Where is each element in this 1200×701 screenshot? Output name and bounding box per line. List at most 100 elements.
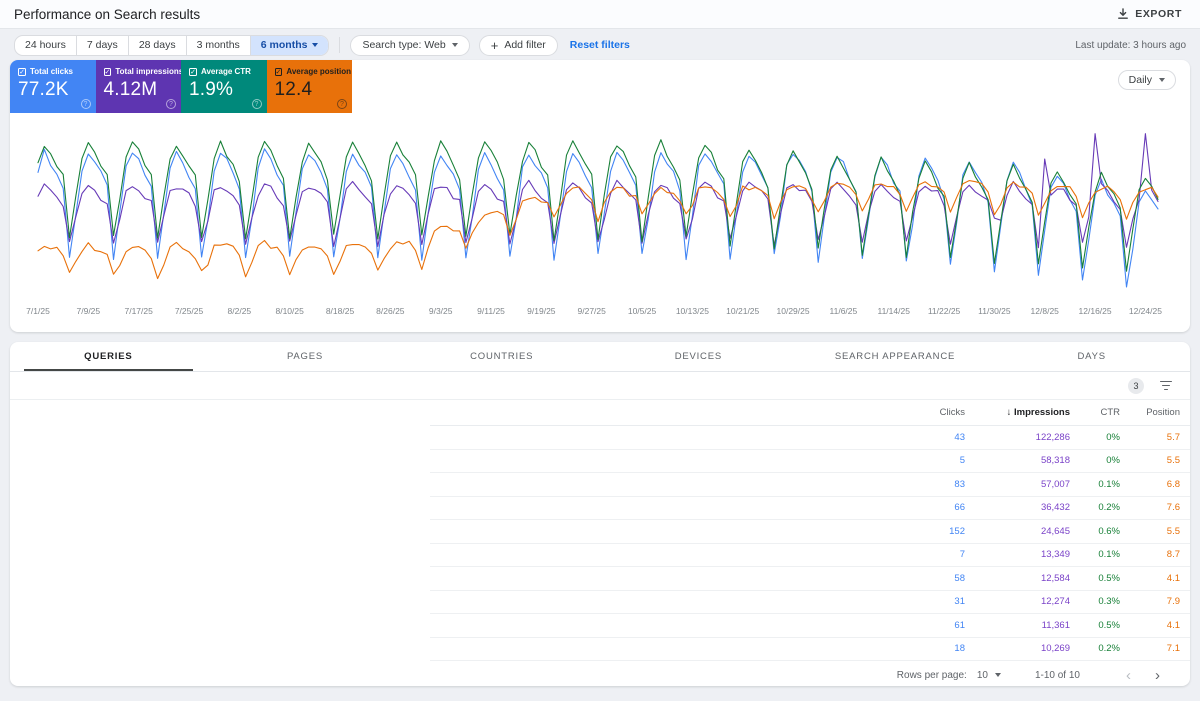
- tab-pages[interactable]: PAGES: [207, 342, 404, 371]
- x-tick-label: 9/19/25: [527, 306, 556, 316]
- position-cell: 5.7: [1166, 431, 1180, 443]
- tab-search-appearance[interactable]: SEARCH APPEARANCE: [797, 342, 994, 371]
- tab-countries[interactable]: COUNTRIES: [403, 342, 600, 371]
- tab-queries[interactable]: QUERIES: [10, 342, 207, 371]
- metric-value: 12.4: [274, 79, 313, 100]
- clicks-cell: 58: [954, 572, 965, 584]
- x-tick-label: 12/8/25: [1030, 306, 1059, 316]
- x-tick-label: 8/26/25: [376, 306, 405, 316]
- rows-per-page-select[interactable]: 10: [977, 670, 1001, 681]
- active-tab-underline: [24, 369, 193, 371]
- column-header-clicks[interactable]: Clicks: [885, 407, 965, 418]
- x-tick-label: 11/22/25: [927, 306, 961, 316]
- position-cell: 8.7: [1166, 549, 1180, 561]
- previous-page-button[interactable]: ‹: [1114, 668, 1143, 683]
- impressions-cell: 122,286: [1035, 431, 1070, 443]
- help-icon[interactable]: ?: [80, 99, 91, 109]
- clicks-cell: 43: [954, 431, 965, 443]
- metric-value: 77.2K: [18, 79, 69, 100]
- date-range-chip-24-hours[interactable]: 24 hours: [15, 35, 77, 55]
- impressions-cell: 36,432: [1040, 502, 1070, 514]
- date-range-chip-3-months[interactable]: 3 months: [187, 35, 251, 55]
- x-tick-label: 11/14/25: [877, 306, 910, 316]
- page-title: Performance on Search results: [14, 6, 201, 22]
- tab-days[interactable]: DAYS: [993, 342, 1190, 371]
- table-row: 7 13,349 0.1% 8.7: [10, 544, 1190, 568]
- ctr-cell: 0.6%: [1098, 525, 1120, 537]
- metric-label: Average position: [286, 67, 351, 76]
- impressions-cell: 12,274: [1040, 596, 1070, 608]
- clicks-cell: 152: [949, 525, 965, 537]
- help-icon[interactable]: ?: [166, 99, 176, 109]
- app-header: Performance on Search results EXPORT: [0, 0, 1200, 29]
- column-header-ctr[interactable]: CTR: [1070, 407, 1120, 418]
- date-range-chip-28-days[interactable]: 28 days: [129, 35, 187, 55]
- chevron-down-icon: [312, 43, 319, 47]
- ctr-cell: 0.5%: [1098, 619, 1120, 631]
- date-range-chip-6-months[interactable]: 6 months: [250, 35, 329, 55]
- granularity-dropdown[interactable]: Daily: [1117, 70, 1176, 90]
- next-page-button[interactable]: ›: [1143, 668, 1172, 683]
- position-cell: 5.5: [1166, 455, 1180, 467]
- chevron-down-icon: [451, 43, 458, 47]
- last-update-text: Last update: 3 hours ago: [1075, 39, 1186, 51]
- position-cell: 7.9: [1166, 596, 1180, 608]
- impressions-cell: 11,361: [1041, 619, 1070, 631]
- export-label: EXPORT: [1135, 8, 1182, 20]
- granularity-label: Daily: [1128, 74, 1152, 86]
- download-icon: [1117, 8, 1129, 20]
- x-tick-label: 9/11/25: [477, 306, 505, 316]
- rows-per-page-label: Rows per page:: [896, 669, 967, 681]
- metric-card-total-clicks[interactable]: ✓ Total clicks 77.2K?: [10, 60, 96, 113]
- date-range-chip-7-days[interactable]: 7 days: [77, 35, 129, 55]
- x-tick-label: 10/21/25: [726, 306, 760, 316]
- help-icon[interactable]: ?: [251, 99, 262, 109]
- table-row: 152 24,645 0.6% 5.5: [10, 520, 1190, 544]
- metric-value: 1.9%: [189, 79, 234, 100]
- row-count-badge[interactable]: 3: [1128, 377, 1144, 394]
- query-cell: [10, 638, 430, 662]
- clicks-cell: 83: [954, 478, 965, 490]
- x-tick-label: 12/16/25: [1078, 306, 1112, 316]
- add-filter-button[interactable]: + Add filter: [478, 34, 558, 56]
- impressions-cell: 24,645: [1040, 525, 1070, 537]
- clicks-cell: 66: [954, 502, 965, 514]
- metric-card-average-position[interactable]: ✓ Average position 12.4?: [266, 60, 352, 113]
- metric-value: 4.12M: [103, 79, 158, 100]
- query-cell: [10, 591, 430, 615]
- table-row: 83 57,007 0.1% 6.8: [10, 473, 1190, 497]
- help-icon[interactable]: ?: [337, 99, 347, 109]
- query-cell: [10, 544, 430, 568]
- impressions-cell: 10,269: [1040, 643, 1070, 655]
- metric-card-average-ctr[interactable]: ✓ Average CTR 1.9%?: [181, 60, 267, 113]
- clicks-cell: 61: [954, 619, 965, 631]
- position-cell: 7.6: [1166, 502, 1180, 514]
- metric-card-total-impressions[interactable]: ✓ Total impressions 4.12M?: [95, 60, 183, 113]
- checkbox-icon[interactable]: ✓: [103, 67, 112, 76]
- table-filter-icon[interactable]: [1158, 379, 1174, 393]
- timeseries-chart[interactable]: [10, 126, 1190, 306]
- chevron-down-icon: [994, 673, 1001, 677]
- table-row: 31 12,274 0.3% 7.9: [10, 591, 1190, 615]
- column-header-position[interactable]: Position: [1120, 407, 1180, 418]
- checkbox-icon[interactable]: ✓: [189, 67, 197, 76]
- column-header-impressions[interactable]: ↓ Impressions: [965, 407, 1070, 418]
- query-cell: [10, 614, 430, 638]
- export-button[interactable]: EXPORT: [1113, 6, 1186, 22]
- tab-devices[interactable]: DEVICES: [600, 342, 797, 371]
- query-column-header: [10, 400, 430, 426]
- x-tick-label: 11/30/25: [978, 306, 1011, 316]
- position-cell: 6.8: [1166, 478, 1180, 490]
- table-body: 43 122,286 0% 5.7 5 58,318 0% 5.5 83 57,007 0.1% 6.…: [10, 426, 1190, 661]
- ctr-cell: 0%: [1106, 431, 1120, 443]
- metric-cards: ✓ Total clicks 77.2K? ✓ Total impressions 4.1…: [10, 60, 352, 113]
- checkbox-icon[interactable]: ✓: [274, 67, 283, 76]
- search-type-label: Search type: Web: [362, 39, 446, 51]
- date-range-group: 24 hours 7 days 28 days 3 months 6 months: [14, 34, 330, 56]
- x-tick-label: 8/18/25: [325, 306, 355, 316]
- search-type-chip[interactable]: Search type: Web: [350, 34, 470, 56]
- x-tick-label: 11/6/25: [829, 306, 858, 316]
- reset-filters-link[interactable]: Reset filters: [570, 39, 630, 51]
- checkbox-icon[interactable]: ✓: [18, 67, 26, 76]
- query-cell: [10, 497, 430, 521]
